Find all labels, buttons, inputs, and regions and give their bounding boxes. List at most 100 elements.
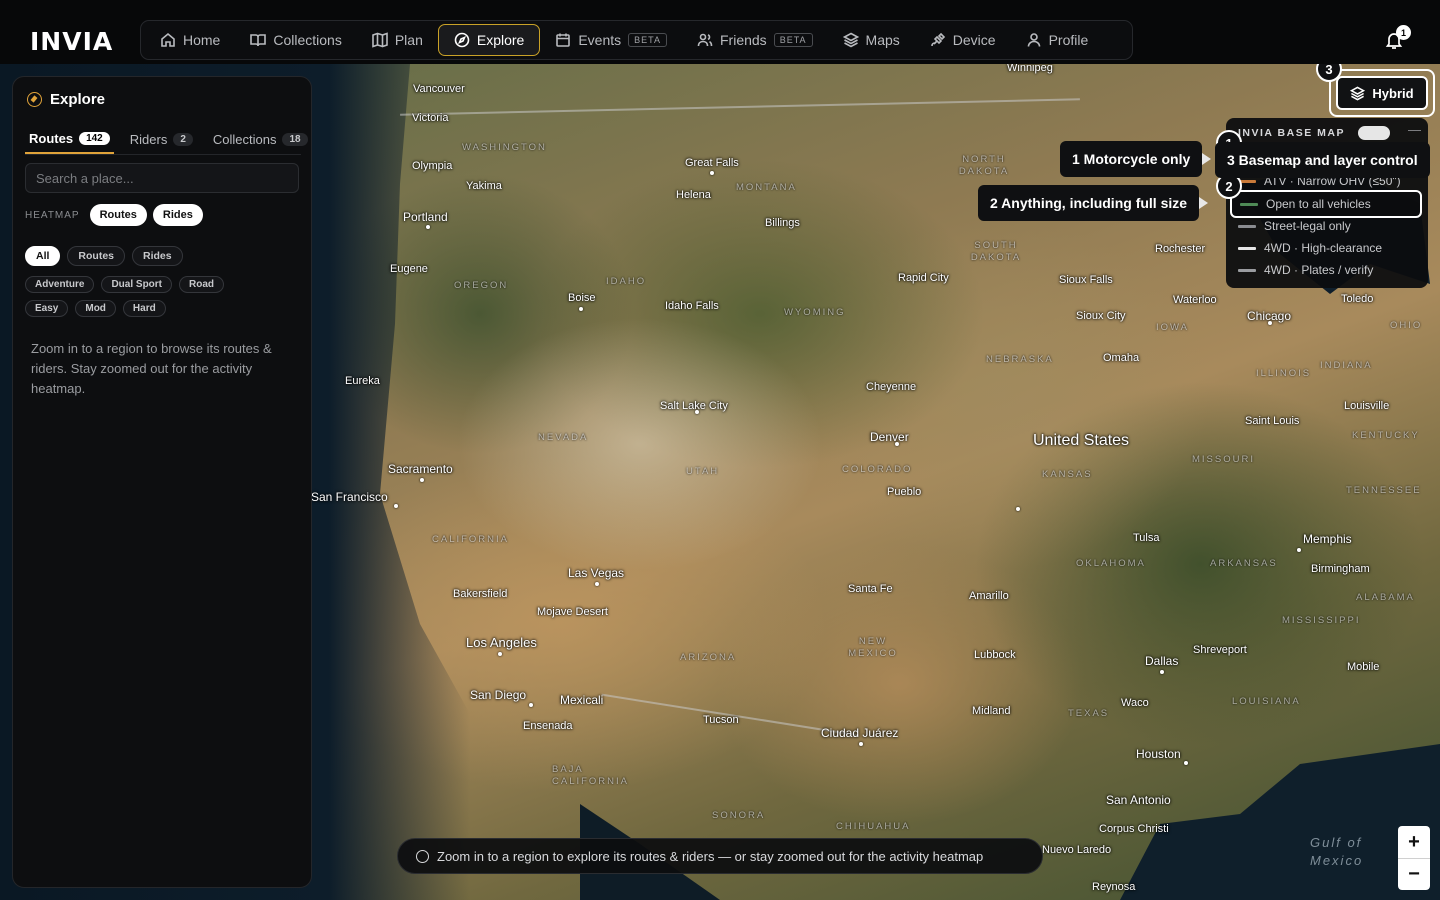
nav-home[interactable]: Home [145, 24, 235, 56]
city-label: Saint Louis [1245, 415, 1300, 427]
nav-profile[interactable]: Profile [1011, 24, 1104, 56]
filter-routes-chip[interactable]: Routes [67, 246, 126, 266]
city-dot [579, 307, 583, 311]
city-label: Sacramento [388, 462, 453, 476]
state-label: COLORADO [842, 464, 913, 475]
city-label: Bakersfield [453, 588, 508, 600]
state-label: ALABAMA [1356, 592, 1415, 603]
city-dot [595, 582, 599, 586]
state-label: WASHINGTON [462, 142, 547, 153]
state-label: OREGON [454, 280, 509, 291]
base-map-toggle[interactable] [1358, 126, 1390, 140]
filter-rides-chip[interactable]: Rides [132, 246, 183, 266]
city-label: Rapid City [898, 272, 949, 284]
city-dot [895, 442, 899, 446]
city-label: Shreveport [1193, 644, 1247, 656]
tab-routes[interactable]: Routes 142 [25, 125, 114, 154]
canada-border [400, 98, 1080, 116]
app-logo[interactable]: INVIA [30, 27, 113, 56]
nav-plan[interactable]: Plan [357, 24, 438, 56]
search-input[interactable] [25, 163, 299, 193]
country-label: United States [1033, 432, 1130, 449]
filter-all-chip[interactable]: All [25, 246, 61, 266]
city-dot [710, 171, 714, 175]
state-label: KENTUCKY [1352, 430, 1420, 441]
callout-motorcycle-only: 1 Motorcycle only [1060, 141, 1212, 177]
tab-collections[interactable]: Collections 18 [209, 125, 312, 154]
filter-adventure-chip[interactable]: Adventure [25, 276, 95, 293]
satellite-icon [930, 32, 945, 47]
nav-events[interactable]: Events BETA [540, 24, 682, 56]
city-label: Mexicali [560, 693, 604, 707]
zoom-hint: Zoom in to a region to browse its routes… [31, 341, 272, 396]
legend-row[interactable]: 4WD · Plates / verify [1238, 263, 1373, 277]
state-label: NEVADA [538, 432, 589, 443]
legend-label: Open to all vehicles [1266, 197, 1371, 211]
nav-explore[interactable]: Explore [437, 24, 541, 56]
city-dot [1016, 507, 1020, 511]
layer-panel-header: INVIA BASE MAP [1238, 127, 1345, 139]
filter-mod-chip[interactable]: Mod [75, 300, 116, 317]
state-label: BAJA CALIFORNIA [552, 764, 630, 787]
heatmap-rides-button[interactable]: Rides [152, 204, 203, 226]
user-icon [1027, 33, 1040, 47]
legend-row[interactable]: 4WD · High-clearance [1238, 241, 1382, 255]
city-label: Midland [972, 705, 1011, 717]
city-label: Lubbock [974, 649, 1016, 661]
state-label: INDIANA [1320, 360, 1373, 371]
city-label: Eugene [390, 263, 428, 275]
compass-icon [454, 32, 470, 48]
filter-road-chip[interactable]: Road [179, 276, 225, 293]
state-label: SONORA [712, 810, 766, 821]
legend-label: Street-legal only [1264, 219, 1351, 233]
city-dot [1268, 321, 1272, 325]
compass-icon [416, 849, 429, 863]
filter-easy-chip[interactable]: Easy [25, 300, 69, 317]
city-dot [695, 410, 699, 414]
city-label: Memphis [1303, 532, 1352, 546]
city-label: Helena [676, 189, 711, 201]
style-filter: Adventure Dual Sport Road [25, 276, 225, 293]
city-dot [498, 652, 502, 656]
collapse-icon[interactable]: — [1408, 122, 1421, 137]
gulf-of-mexico-label: Gulf of Mexico [1310, 835, 1364, 868]
city-label: Santa Fe [848, 583, 893, 595]
gulf-of-california [580, 804, 720, 900]
legend-swatch [1238, 268, 1256, 272]
city-label: Los Angeles [466, 635, 537, 650]
nav-device[interactable]: Device [915, 24, 1011, 56]
tab-riders[interactable]: Riders 2 [126, 125, 197, 154]
nav-maps[interactable]: Maps [828, 24, 915, 56]
nav-collections-label: Collections [273, 32, 342, 48]
city-dot [1297, 548, 1301, 552]
state-label: MISSOURI [1192, 454, 1255, 465]
city-dot [1184, 761, 1188, 765]
nav-friends-label: Friends [720, 32, 767, 48]
basemap-toggle-button[interactable]: Hybrid [1336, 76, 1428, 110]
legend-row[interactable]: Street-legal only [1238, 219, 1351, 233]
city-label: Denver [870, 430, 909, 444]
heatmap-routes-button[interactable]: Routes [89, 204, 147, 226]
routes-count: 142 [79, 132, 110, 145]
city-label: Pueblo [887, 486, 922, 498]
state-label: ARIZONA [680, 652, 737, 663]
state-label: ARKANSAS [1210, 558, 1278, 569]
zoom-in-button[interactable]: + [1398, 826, 1430, 858]
state-label: OKLAHOMA [1076, 558, 1146, 569]
legend-row-highlighted[interactable]: Open to all vehicles [1230, 190, 1422, 218]
city-dot [420, 478, 424, 482]
panel-tabs: Routes 142 Riders 2 Collections 18 [25, 125, 308, 155]
filter-hard-chip[interactable]: Hard [122, 300, 166, 317]
state-label: TEXAS [1068, 708, 1110, 719]
filter-dual-sport-chip[interactable]: Dual Sport [101, 276, 173, 293]
layers-icon [842, 32, 859, 48]
city-label: Ensenada [523, 720, 573, 732]
state-label: CALIFORNIA [432, 534, 510, 545]
beta-badge: BETA [773, 33, 813, 47]
map-hint-banner: Zoom in to a region to explore its route… [397, 838, 1043, 874]
nav-friends[interactable]: Friends BETA [682, 24, 828, 56]
state-label: TENNESSEE [1346, 485, 1422, 496]
city-dot [426, 225, 430, 229]
nav-collections[interactable]: Collections [235, 24, 356, 56]
zoom-out-button[interactable]: − [1398, 858, 1430, 890]
